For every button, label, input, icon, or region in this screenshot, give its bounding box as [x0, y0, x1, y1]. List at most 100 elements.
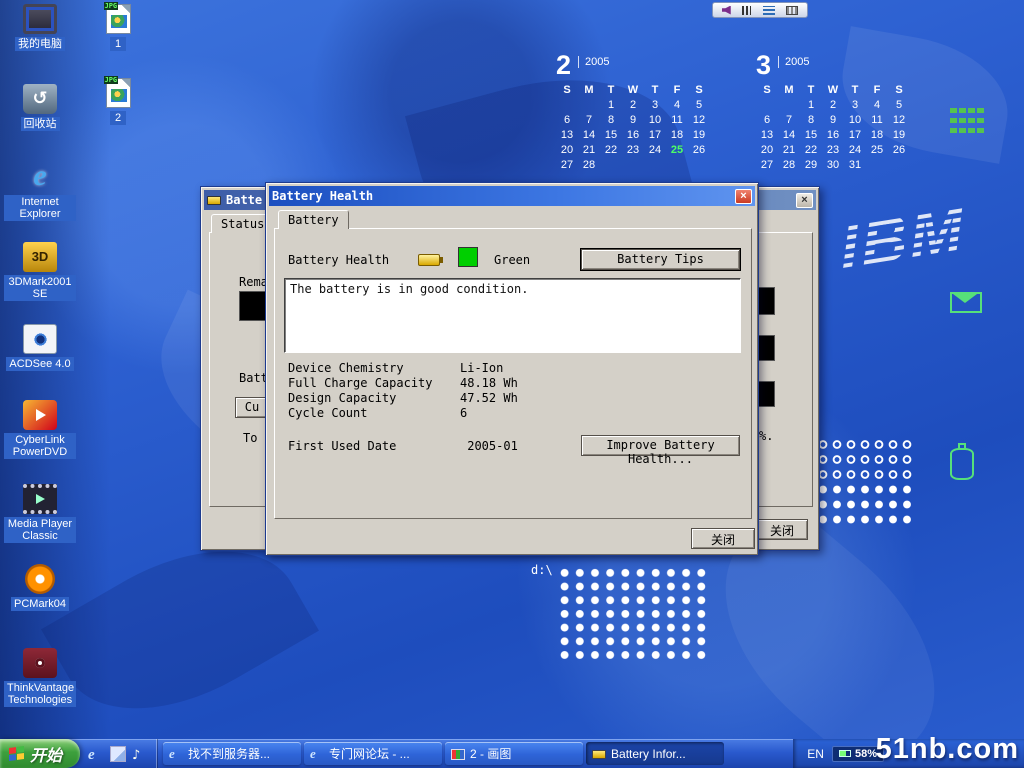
ibm-logo: IBM [839, 190, 968, 284]
desktop-icon-acdsee[interactable]: ACDSee 4.0 [4, 324, 76, 372]
calendar-day: 5 [688, 99, 710, 111]
cu-button[interactable]: Cu [235, 397, 269, 418]
gauge-graphic [757, 287, 775, 315]
desktop-icon-3dmark[interactable]: 3DMark2001 SE [4, 242, 76, 302]
calendar-day: 21 [778, 144, 800, 156]
calendar-dow: S [756, 84, 778, 96]
taskbar: 开始 找不到服务器...专门网论坛 - ...2 - 画图 Battery Inf… [0, 739, 1024, 768]
start-button[interactable]: 开始 [0, 739, 80, 768]
taskbar-task[interactable]: Battery Infor... [586, 742, 724, 765]
thinkvantage-icon [23, 648, 57, 678]
battery-title-icon [207, 196, 221, 205]
desktop-icons-column-1: 我的电脑回收站 Internet Explorer 3DMark2001 SE ACD… [4, 0, 76, 740]
calendar-day: 10 [644, 114, 666, 126]
acdsee-icon [23, 324, 57, 354]
calendar-day: 8 [600, 114, 622, 126]
improve-battery-health-button[interactable]: Improve Battery Health... [581, 435, 740, 456]
wallpaper-calendar: 22005SMTWTFS1234567891011121314151617181… [556, 52, 710, 171]
tray-battery-percent: 58% [855, 748, 877, 760]
keyboard-icon[interactable] [786, 6, 798, 15]
calendar-dow: F [866, 84, 888, 96]
calendar-month: 2 [556, 52, 571, 78]
battery-fields: Device ChemistryLi-IonFull Charge Capaci… [288, 361, 738, 421]
calendar-day: 14 [778, 129, 800, 141]
language-indicator[interactable]: EN [807, 747, 824, 761]
desktop-icon-jpg-1[interactable]: JPG1 [92, 4, 144, 52]
slider-icon[interactable] [763, 6, 775, 15]
taskbar-tasks: 找不到服务器...专门网论坛 - ...2 - 画图 Battery Infor.… [157, 742, 724, 765]
taskbar-task[interactable]: 找不到服务器... [163, 742, 301, 765]
calendar-month: 3 [756, 52, 771, 78]
battery-label: Batt [239, 371, 268, 385]
task-label: Battery Infor... [611, 747, 686, 761]
desktop-icon-internet-explorer[interactable]: Internet Explorer [4, 162, 76, 222]
calendar-day: 13 [756, 129, 778, 141]
calendar-day: 9 [622, 114, 644, 126]
calendar-grid: SMTWTFS123456789101112131415161718192021… [756, 84, 910, 171]
taskbar-task[interactable]: 专门网论坛 - ... [304, 742, 442, 765]
jpg-badge: JPG [104, 2, 119, 10]
calendar-dow: M [778, 84, 800, 96]
calendar-day: 5 [888, 99, 910, 111]
field-row: Full Charge Capacity48.18 Wh [288, 376, 738, 391]
jpg-file-icon: JPG [106, 78, 131, 108]
envelope-icon [950, 292, 982, 313]
calendar-day: 2 [622, 99, 644, 111]
internet-explorer-quicklaunch-icon[interactable] [88, 746, 104, 762]
calendar-day: 28 [778, 159, 800, 171]
percent-label: %. [759, 429, 773, 443]
close-icon[interactable]: × [735, 189, 752, 204]
desktop-icon-powerdvd[interactable]: CyberLink PowerDVD [4, 400, 76, 460]
calendar-day: 26 [888, 144, 910, 156]
taskbar-task[interactable]: 2 - 画图 [445, 742, 583, 765]
desktop-icon-media-player-classic[interactable]: Media Player Classic [4, 484, 76, 544]
gauge-graphic [239, 291, 267, 321]
desktop-icon-pcmark[interactable]: PCMark04 [4, 564, 76, 612]
calendar-day: 28 [578, 159, 600, 171]
desktop-icon-thinkvantage[interactable]: ThinkVantage Technologies [4, 648, 76, 708]
speaker-icon[interactable] [722, 6, 731, 15]
floating-toolbar[interactable] [712, 2, 808, 18]
calendar-year: 2005 [778, 56, 809, 68]
battery-icon [418, 254, 440, 266]
tab-battery[interactable]: Battery [278, 210, 349, 229]
condition-textbox[interactable]: The battery is in good condition. [284, 278, 741, 353]
battery-health-titlebar[interactable]: Battery Health × [269, 186, 755, 206]
media-player-quicklaunch-icon[interactable] [132, 746, 148, 762]
calendar-day: 3 [844, 99, 866, 111]
desktop-icon-jpg-2[interactable]: JPG2 [92, 78, 144, 126]
health-status-text: Green [494, 253, 530, 267]
calendar-day: 11 [666, 114, 688, 126]
notes-icon[interactable] [742, 6, 751, 15]
windows-flag-icon [9, 746, 24, 761]
show-desktop-quicklaunch-icon[interactable] [110, 746, 126, 762]
calendar-dow: T [844, 84, 866, 96]
close-icon[interactable]: × [796, 193, 813, 208]
calendar-day: 18 [666, 129, 688, 141]
calendar-day: 19 [888, 129, 910, 141]
desktop-icon-recycle-bin[interactable]: 回收站 [4, 84, 76, 132]
calendar-day: 8 [800, 114, 822, 126]
health-label: Battery Health [288, 253, 389, 267]
calendar-year: 2005 [578, 56, 609, 68]
battery-tips-button[interactable]: Battery Tips [581, 249, 740, 270]
calendar-day: 13 [556, 129, 578, 141]
desktop-icon-label: PCMark04 [11, 597, 69, 611]
calendar-day [888, 159, 910, 171]
calendar-day: 16 [822, 129, 844, 141]
calendar-day: 17 [644, 129, 666, 141]
battery-health-title: Battery Health [272, 189, 373, 203]
close-button[interactable]: 关闭 [756, 519, 808, 540]
close-button[interactable]: 关闭 [691, 528, 755, 549]
desktop-icon-my-computer[interactable]: 我的电脑 [4, 4, 76, 52]
field-value: 6 [460, 406, 467, 420]
dot-pattern-bottom [557, 566, 709, 662]
calendar-day [756, 99, 778, 111]
calendar-day: 27 [756, 159, 778, 171]
field-value: Li-Ion [460, 361, 503, 375]
internet-explorer-icon [23, 162, 57, 192]
recycle-bin-icon [23, 84, 57, 114]
calendar-day: 12 [688, 114, 710, 126]
calendar-day: 3 [644, 99, 666, 111]
grid-icon [950, 108, 986, 136]
